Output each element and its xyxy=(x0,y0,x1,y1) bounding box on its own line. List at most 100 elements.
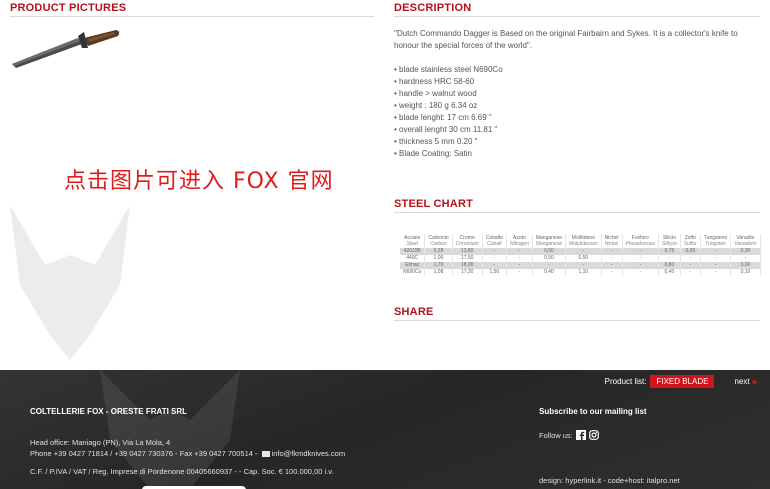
steel-table-header: Fosforo Phosphorous xyxy=(622,234,660,248)
company-name: COLTELLERIE FOX - ORESTE FRATI SRL xyxy=(30,407,188,416)
next-link[interactable]: next ▶ xyxy=(734,377,758,386)
table-cell: 0,50 xyxy=(532,255,567,262)
table-cell: - xyxy=(680,269,701,276)
table-cell: - xyxy=(601,248,623,255)
table-cell: - xyxy=(622,262,660,269)
table-cell: 0,40 xyxy=(658,269,681,276)
table-cell: 0,40 xyxy=(532,269,567,276)
table-cell: 1,00 xyxy=(424,255,453,262)
header-sublabel: Nickel xyxy=(604,241,619,247)
table-cell: - xyxy=(601,255,623,262)
next-label: next xyxy=(734,377,750,386)
follow-us: Follow us: xyxy=(539,430,599,440)
header-sublabel: Chromium xyxy=(455,241,479,247)
steel-chart-table: Acciaio Steel Carbonio Carbon Cromo Chromium C… xyxy=(400,234,761,276)
table-cell: 420J2B xyxy=(400,248,426,255)
product-pictures-section: PRODUCT PICTURES xyxy=(10,0,374,17)
mailing-list-link[interactable]: Subscribe to our mailing list xyxy=(539,407,647,416)
table-cell: - xyxy=(700,262,732,269)
overlay-link-text[interactable]: 点击图片可进入 FOX 官网 xyxy=(64,163,334,195)
table-cell: 0,80 xyxy=(658,262,681,269)
spec-list: blade stainless steel N690Co hardness HR… xyxy=(394,64,760,160)
contact-line: Phone +39 0427 71814 / +39 0427 730376 -… xyxy=(30,448,345,459)
product-image-knife[interactable] xyxy=(8,24,123,74)
steel-table-header: Zolfo Sulfur xyxy=(680,234,701,248)
spec-item: weight : 180 g 6.34 oz xyxy=(394,100,760,112)
spec-item: blade stainless steel N690Co xyxy=(394,64,760,76)
steel-table-header: Nichel Nickel xyxy=(601,234,623,248)
table-cell: 0,30 xyxy=(730,248,761,255)
table-cell: - xyxy=(482,255,507,262)
follow-label: Follow us: xyxy=(539,430,573,440)
steel-table-header: Carbonio Carbon xyxy=(424,234,453,248)
email-link[interactable]: info@fkmdknives.com xyxy=(272,449,345,458)
product-nav: Product list: FIXED BLADE next ▶ xyxy=(605,375,758,388)
steel-table-header: Cobalto Cobalt xyxy=(482,234,507,248)
table-cell: Elmax xyxy=(400,262,426,269)
table-cell: - xyxy=(622,269,660,276)
table-cell: - xyxy=(565,262,602,269)
spec-item: overall lenght 30 cm 11.81 " xyxy=(394,124,760,136)
table-cell: 1,70 xyxy=(424,262,453,269)
header-sublabel: Vanadium xyxy=(734,241,757,247)
table-cell: - xyxy=(601,269,623,276)
table-row: 440C 1,00 17,50- -0,50 0,50- - - - - - xyxy=(400,255,761,262)
product-pictures-title: PRODUCT PICTURES xyxy=(10,0,374,17)
table-cell: - xyxy=(506,262,533,269)
table-cell: 18,00 xyxy=(452,262,483,269)
table-cell: - xyxy=(700,248,732,255)
header-sublabel: Nitrogen xyxy=(509,241,529,247)
steel-table-header: Tungsteno Tungsten xyxy=(700,234,732,248)
table-cell: - xyxy=(532,262,567,269)
steel-chart-title: STEEL CHART xyxy=(394,196,760,213)
table-cell: - xyxy=(680,255,701,262)
table-row: N690Co 1,08 17,30 1,50-0,40 1,10- -0,40- -0,10 xyxy=(400,269,761,276)
table-cell: 17,50 xyxy=(452,255,483,262)
phone-fax-text: Phone +39 0427 71814 / +39 0427 730376 -… xyxy=(30,449,258,458)
company-address: Head office: Maniago (PN), Via La Mola, … xyxy=(30,437,345,459)
instagram-icon[interactable] xyxy=(588,430,599,440)
header-sublabel: Cobalt xyxy=(487,241,502,247)
table-cell: - xyxy=(601,262,623,269)
steel-table-header: Vanadio Vanadium xyxy=(730,234,761,248)
header-sublabel: Phosphorous xyxy=(625,241,656,247)
header-sublabel: Carbon xyxy=(430,241,447,247)
share-title: SHARE xyxy=(394,304,760,321)
footer: Product list: FIXED BLADE next ▶ COLTELL… xyxy=(0,370,770,489)
table-cell: - xyxy=(658,255,681,262)
table-cell: 17,30 xyxy=(452,269,483,276)
table-cell: 13,60 xyxy=(452,248,483,255)
product-list-badge[interactable]: FIXED BLADE xyxy=(650,375,715,388)
table-row: Elmax 1,70 18,00- - - - - -0,80- -3,00 xyxy=(400,262,761,269)
credits[interactable]: design: hyperlink.it - code+host: italpr… xyxy=(539,476,680,485)
header-sublabel: Manganese xyxy=(535,241,562,247)
table-cell: - xyxy=(506,255,533,262)
header-sublabel: Molybdenum xyxy=(569,241,598,247)
table-cell: 440C xyxy=(400,255,426,262)
table-cell: - xyxy=(730,255,761,262)
table-cell: N690Co xyxy=(400,269,426,276)
steel-table-header: Azoto Nitrogen xyxy=(506,234,533,248)
chevron-right-icon: ▶ xyxy=(752,378,758,386)
steel-table-header: Molibdeno Molybdenum xyxy=(565,234,602,248)
steel-table-header: Manganese Manganese xyxy=(532,234,567,248)
table-cell: 1,50 xyxy=(482,269,507,276)
spec-item: hardness HRC 58-60 xyxy=(394,76,760,88)
mail-icon xyxy=(261,451,270,458)
table-cell: - xyxy=(700,255,732,262)
facebook-icon[interactable] xyxy=(575,430,586,440)
main-content: PRODUCT PICTURES 点击图片可进入 FOX 官网 DESCRIPT… xyxy=(0,0,770,370)
table-cell: - xyxy=(700,269,732,276)
fox-logo-watermark xyxy=(10,205,130,360)
spec-item: handle > walnut wood xyxy=(394,88,760,100)
steel-table-header: Cromo Chromium xyxy=(452,234,483,248)
table-cell: - xyxy=(680,262,701,269)
table-cell: - xyxy=(482,262,507,269)
header-sublabel: Sulfur xyxy=(683,241,697,247)
table-cell: 0,10 xyxy=(730,269,761,276)
table-cell: 3,00 xyxy=(730,262,761,269)
header-sublabel: Steel xyxy=(406,241,418,247)
table-cell: - xyxy=(506,269,533,276)
spec-item: Blade Coating: Satin xyxy=(394,148,760,160)
description-section: DESCRIPTION "Dutch Commando Dagger is Ba… xyxy=(394,0,761,321)
